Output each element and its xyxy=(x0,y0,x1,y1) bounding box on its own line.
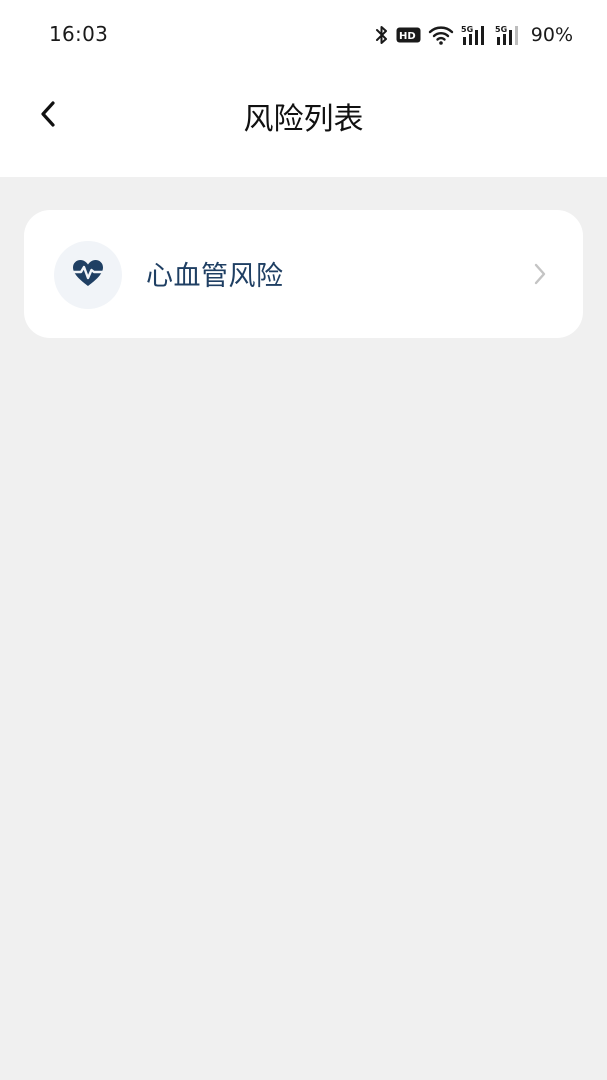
status-icons: HD 5G 5G 90% xyxy=(375,22,573,48)
page-title: 风险列表 xyxy=(243,102,364,137)
heart-pulse-icon xyxy=(71,258,105,292)
hd-voice-icon: HD xyxy=(396,26,421,44)
signal-5g-icon: 5G xyxy=(495,24,522,46)
svg-text:HD: HD xyxy=(399,31,416,42)
signal-5g-icon: 5G xyxy=(461,24,488,46)
status-time: 16:03 xyxy=(49,22,109,46)
top-bar-area: 16:03 HD 5G 5G 90% 风险列表 xyxy=(0,0,607,177)
risk-item-label: 心血管风险 xyxy=(146,261,284,292)
wifi-icon xyxy=(428,25,454,45)
svg-text:5G: 5G xyxy=(495,25,507,34)
battery-level: 90% xyxy=(530,24,573,46)
risk-icon-badge xyxy=(54,241,122,309)
svg-text:5G: 5G xyxy=(461,25,473,34)
bluetooth-icon xyxy=(375,24,389,46)
risk-list-item-cardiovascular[interactable]: 心血管风险 xyxy=(24,210,583,338)
chevron-right-icon xyxy=(531,260,549,288)
